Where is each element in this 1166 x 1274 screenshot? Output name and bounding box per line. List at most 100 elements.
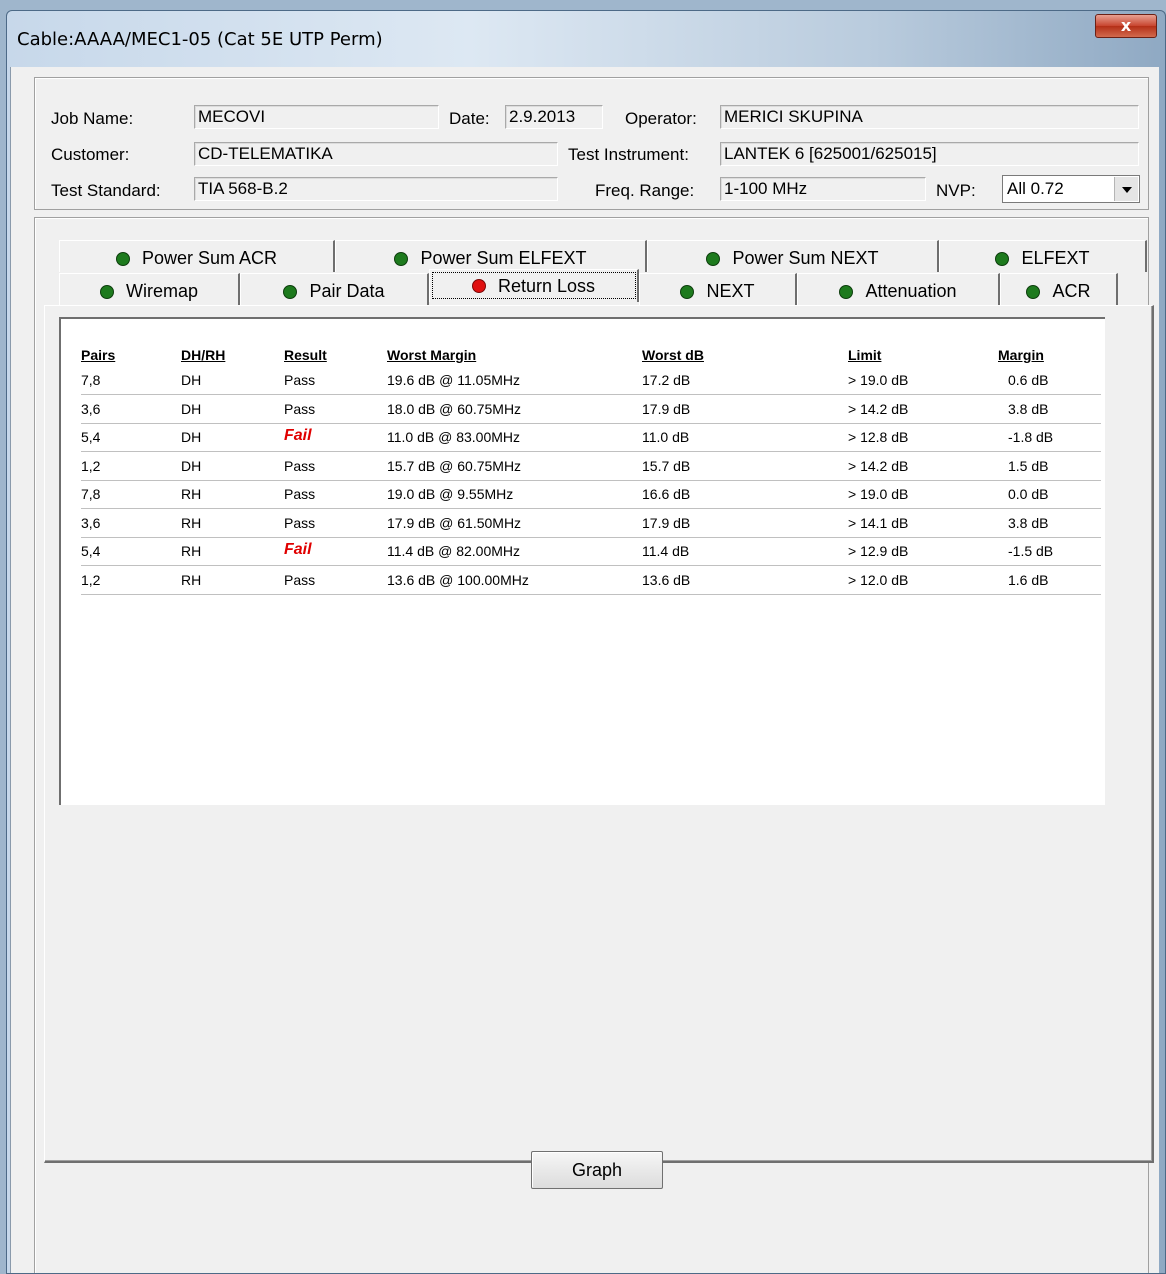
cell-worst-db: 16.6 dB xyxy=(642,486,691,502)
cell-margin: 0.6 dB xyxy=(1008,372,1049,388)
cell-pairs: 7,8 xyxy=(81,486,101,502)
job-name-field: MECOVI xyxy=(194,105,439,129)
table-row: 5,4 RH Fail 11.4 dB @ 82.00MHz 11.4 dB > 12.9… xyxy=(81,538,1101,566)
table-row: 3,6 RH Pass 17.9 dB @ 61.50MHz 17.9 dB > 14.1… xyxy=(81,510,1101,538)
tab-label: Pair Data xyxy=(309,281,385,301)
cell-worst-margin: 18.0 dB @ 60.75MHz xyxy=(387,400,522,417)
cell-worst-margin: 13.6 dB @ 100.00MHz xyxy=(387,571,529,588)
graph-button[interactable]: Graph xyxy=(531,1151,663,1189)
cell-dh-rh: RH xyxy=(181,514,202,531)
status-dot-icon xyxy=(995,251,1010,266)
cell-result: Pass xyxy=(284,457,316,474)
nvp-label: NVP: xyxy=(936,181,976,200)
table-row: 1,2 DH Pass 15.7 dB @ 60.75MHz 15.7 dB > 14.2… xyxy=(81,453,1101,481)
col-header-margin: Margin xyxy=(998,347,1044,363)
cell-result: Fail xyxy=(284,427,312,444)
cell-worst-db: 17.9 dB xyxy=(642,400,691,417)
tab-wiremap[interactable]: Wiremap xyxy=(59,273,240,305)
tab-label: ELFEXT xyxy=(1021,248,1090,268)
cell-margin: 0.0 dB xyxy=(1008,486,1049,502)
status-dot-icon xyxy=(394,251,409,266)
customer-field: CD-TELEMATIKA xyxy=(194,142,558,166)
cell-worst-db: 11.0 dB xyxy=(642,429,690,445)
tab-label: Power Sum ACR xyxy=(141,248,278,268)
job-name-label: Job Name: xyxy=(51,109,134,128)
nvp-select[interactable]: All 0.72 xyxy=(1002,175,1140,203)
cell-margin: 1.6 dB xyxy=(1008,571,1049,588)
cell-limit: > 19.0 dB xyxy=(848,372,909,388)
close-button[interactable]: x xyxy=(1095,14,1157,38)
tab-power-sum-elfext[interactable]: Power Sum ELFEXT xyxy=(335,240,647,272)
cell-dh-rh: RH xyxy=(181,571,202,588)
cell-dh-rh: DH xyxy=(181,372,202,388)
cell-result: Pass xyxy=(284,571,316,588)
title-bar: Cable:AAAA/MEC1-05 (Cat 5E UTP Perm) x xyxy=(7,11,1165,67)
tab-label: Return Loss xyxy=(497,275,596,296)
cell-margin: -1.8 dB xyxy=(1008,429,1054,445)
tab-label: Power Sum NEXT xyxy=(732,248,879,268)
cell-limit: > 19.0 dB xyxy=(848,486,909,502)
table-row: 7,8 DH Pass 19.6 dB @ 11.05MHz 17.2 dB > 19.0… xyxy=(81,367,1101,395)
cell-result: Pass xyxy=(284,486,316,502)
tab-label: ACR xyxy=(1052,281,1091,301)
status-dot-icon xyxy=(115,251,130,266)
tab-label: Wiremap xyxy=(125,281,198,301)
cell-worst-margin: 11.4 dB @ 82.00MHz xyxy=(387,543,521,559)
freq-range-label: Freq. Range: xyxy=(595,181,695,200)
table-row: 1,2 RH Pass 13.6 dB @ 100.00MHz 13.6 dB > 12.… xyxy=(81,567,1101,595)
cell-pairs: 5,4 xyxy=(81,429,101,445)
cell-limit: > 14.2 dB xyxy=(848,400,909,417)
cell-margin: 3.8 dB xyxy=(1008,514,1049,531)
chevron-down-icon[interactable] xyxy=(1114,177,1138,201)
test-instrument-label: Test Instrument: xyxy=(568,145,689,164)
cell-pairs: 1,2 xyxy=(81,457,101,474)
test-instrument-field: LANTEK 6 [625001/625015] xyxy=(720,142,1139,166)
cell-result: Fail xyxy=(284,541,312,558)
cell-dh-rh: RH xyxy=(181,486,202,502)
tab-power-sum-acr[interactable]: Power Sum ACR xyxy=(59,240,335,272)
col-header-pairs: Pairs xyxy=(81,347,116,363)
tab-pair-data[interactable]: Pair Data xyxy=(240,273,429,305)
status-dot-icon xyxy=(706,251,721,266)
operator-label: Operator: xyxy=(625,109,697,128)
status-dot-icon xyxy=(471,279,486,293)
cell-limit: > 14.2 dB xyxy=(848,457,909,474)
cell-margin: 1.5 dB xyxy=(1008,457,1049,474)
cell-worst-margin: 11.0 dB @ 83.00MHz xyxy=(387,429,521,445)
cell-worst-margin: 19.6 dB @ 11.05MHz xyxy=(387,372,521,388)
cell-worst-db: 11.4 dB xyxy=(642,543,690,559)
cell-worst-db: 17.9 dB xyxy=(642,514,691,531)
date-label: Date: xyxy=(449,109,490,128)
tab-attenuation[interactable]: Attenuation xyxy=(797,273,1000,305)
status-dot-icon xyxy=(283,284,298,299)
app-window: Cable:AAAA/MEC1-05 (Cat 5E UTP Perm) x J… xyxy=(6,10,1166,1274)
cell-worst-margin: 19.0 dB @ 9.55MHz xyxy=(387,486,514,502)
table-row: 3,6 DH Pass 18.0 dB @ 60.75MHz 17.9 dB > 14.2… xyxy=(81,396,1101,424)
cell-result: Pass xyxy=(284,400,316,417)
cell-result: Pass xyxy=(284,372,316,388)
col-header-result: Result xyxy=(284,347,327,363)
cell-dh-rh: RH xyxy=(181,543,202,559)
date-field: 2.9.2013 xyxy=(505,105,603,129)
tab-acr[interactable]: ACR xyxy=(1000,273,1118,305)
freq-range-field: 1-100 MHz xyxy=(720,177,926,201)
status-dot-icon xyxy=(99,284,114,299)
status-dot-icon xyxy=(839,284,854,299)
cell-result: Pass xyxy=(284,514,316,531)
status-dot-icon xyxy=(1026,284,1041,299)
cell-margin: -1.5 dB xyxy=(1008,543,1054,559)
cell-dh-rh: DH xyxy=(181,457,202,474)
client-area: Job Name: MECOVI Date: 2.9.2013 Operator… xyxy=(10,67,1159,1273)
cell-limit: > 12.9 dB xyxy=(848,543,909,559)
window-title: Cable:AAAA/MEC1-05 (Cat 5E UTP Perm) xyxy=(17,29,383,50)
cell-worst-db: 17.2 dB xyxy=(642,372,691,388)
tab-return-loss[interactable]: Return Loss xyxy=(429,269,639,302)
tab-elfext[interactable]: ELFEXT xyxy=(939,240,1147,272)
test-standard-field: TIA 568-B.2 xyxy=(194,177,558,201)
results-grid: Pairs DH/RH Result Worst Margin Worst dB… xyxy=(59,317,1105,805)
cell-limit: > 12.0 dB xyxy=(848,571,909,588)
table-row: 5,4 DH Fail 11.0 dB @ 83.00MHz 11.0 dB > 12.8… xyxy=(81,424,1101,452)
test-standard-label: Test Standard: xyxy=(51,181,161,200)
tab-next[interactable]: NEXT xyxy=(639,273,797,305)
tab-power-sum-next[interactable]: Power Sum NEXT xyxy=(647,240,939,272)
